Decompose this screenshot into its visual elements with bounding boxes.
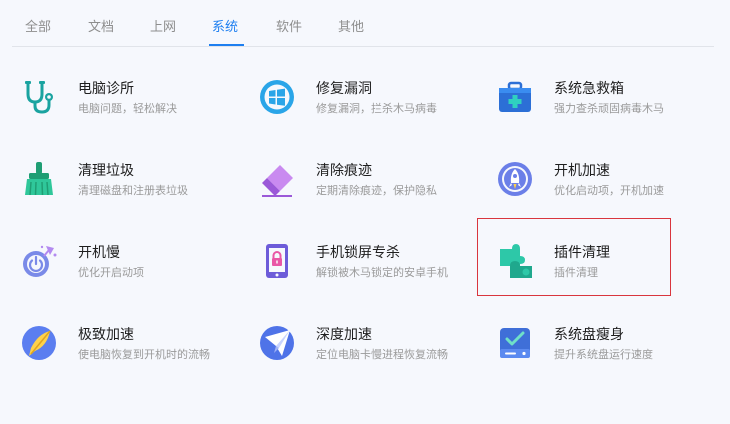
first-aid-kit-icon	[496, 78, 534, 116]
tool-clear-traces[interactable]: 清除痕迹 定期清除痕迹，保护隐私	[258, 160, 448, 210]
tool-description: 清理磁盘和注册表垃圾	[78, 184, 188, 197]
tool-slow-boot[interactable]: 开机慢 优化开启动项	[20, 242, 210, 292]
power-rocket-icon	[20, 242, 58, 280]
tab-divider	[12, 46, 714, 47]
eraser-icon	[258, 160, 296, 198]
tool-extreme-acceleration[interactable]: 极致加速 使电脑恢复到开机时的流畅	[20, 324, 210, 374]
tool-system-rescue-kit[interactable]: 系统急救箱 强力查杀顽固病毒木马	[496, 78, 686, 128]
disk-icon	[496, 324, 534, 362]
tab-software[interactable]: 软件	[276, 20, 302, 36]
tool-description: 定位电脑卡慢进程恢复流畅	[316, 348, 448, 361]
tab-documents[interactable]: 文档	[88, 20, 114, 36]
windows-shield-icon	[258, 78, 296, 116]
stethoscope-icon	[20, 78, 58, 116]
tool-phone-lockscreen-killer[interactable]: 手机锁屏专杀 解锁被木马锁定的安卓手机	[258, 242, 448, 292]
tool-title: 深度加速	[316, 327, 372, 343]
tool-title: 清理垃圾	[78, 163, 134, 179]
tool-title: 系统盘瘦身	[554, 327, 624, 343]
selection-highlight-box	[477, 218, 671, 296]
tool-title: 极致加速	[78, 327, 134, 343]
tool-title: 电脑诊所	[78, 81, 134, 97]
tool-pc-clinic[interactable]: 电脑诊所 电脑问题，轻松解决	[20, 78, 210, 128]
tab-other[interactable]: 其他	[338, 20, 364, 36]
tool-fix-vulnerabilities[interactable]: 修复漏洞 修复漏洞，拦杀木马病毒	[258, 78, 448, 128]
tab-internet[interactable]: 上网	[150, 20, 176, 36]
broom-icon	[20, 160, 58, 198]
tool-description: 优化启动项，开机加速	[554, 184, 664, 197]
paper-plane-icon	[258, 324, 296, 362]
tool-description: 修复漏洞，拦杀木马病毒	[316, 102, 437, 115]
tool-title: 手机锁屏专杀	[316, 245, 400, 261]
tool-system-disk-slimming[interactable]: 系统盘瘦身 提升系统盘运行速度	[496, 324, 686, 374]
tool-title: 开机加速	[554, 163, 610, 179]
tool-description: 电脑问题，轻松解决	[78, 102, 177, 115]
tool-description: 提升系统盘运行速度	[554, 348, 653, 361]
tool-title: 开机慢	[78, 245, 120, 261]
tab-system[interactable]: 系统	[212, 20, 238, 36]
tool-description: 定期清除痕迹，保护隐私	[316, 184, 437, 197]
feather-icon	[20, 324, 58, 362]
tool-description: 解锁被木马锁定的安卓手机	[316, 266, 448, 279]
tool-description: 使电脑恢复到开机时的流畅	[78, 348, 210, 361]
tool-description: 强力查杀顽固病毒木马	[554, 102, 664, 115]
tool-title: 修复漏洞	[316, 81, 372, 97]
tab-all[interactable]: 全部	[25, 20, 51, 36]
tool-description: 优化开启动项	[78, 266, 144, 279]
tool-boot-acceleration[interactable]: 开机加速 优化启动项，开机加速	[496, 160, 686, 210]
category-tab-bar: 全部 文档 上网 系统 软件 其他	[0, 0, 730, 47]
tool-clean-junk[interactable]: 清理垃圾 清理磁盘和注册表垃圾	[20, 160, 210, 210]
tool-title: 系统急救箱	[554, 81, 624, 97]
tool-title: 清除痕迹	[316, 163, 372, 179]
tool-deep-acceleration[interactable]: 深度加速 定位电脑卡慢进程恢复流畅	[258, 324, 448, 374]
phone-lock-icon	[258, 242, 296, 280]
rocket-icon	[496, 160, 534, 198]
